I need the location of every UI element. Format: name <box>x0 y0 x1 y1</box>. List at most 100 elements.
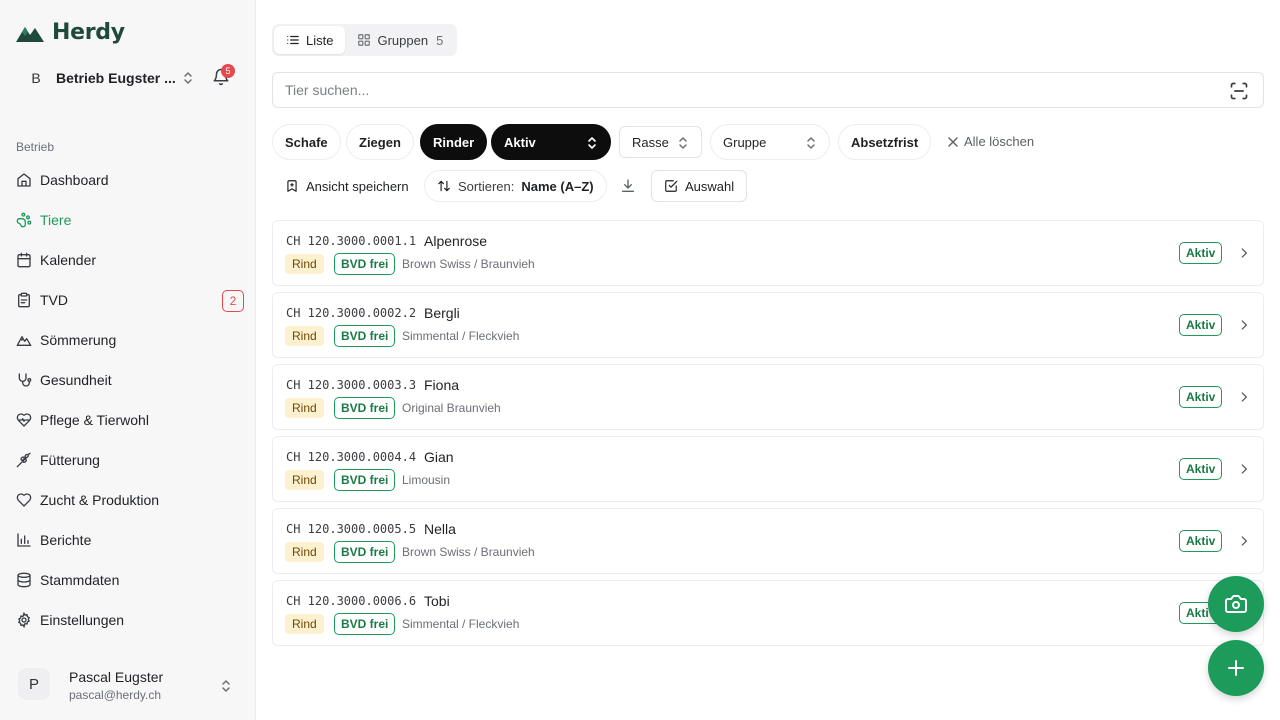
sidebar-item-label: Einstellungen <box>40 612 125 628</box>
user-avatar: P <box>18 668 50 700</box>
groups-count: 5 <box>436 32 444 48</box>
animal-ear-tag: CH 120.3000.0004.4 <box>286 450 417 464</box>
farm-switcher[interactable]: B Betrieb Eugster ... <box>16 62 244 94</box>
sidebar-item-tiere[interactable]: Tiere <box>8 200 248 240</box>
chevron-right-icon <box>1237 534 1251 548</box>
filter-chip-schafe[interactable]: Schafe <box>272 124 341 160</box>
animal-row[interactable]: CH 120.3000.0005.5 Nella Rind BVD frei B… <box>272 508 1264 574</box>
sidebar: Herdy B Betrieb Eugster ... 5 Betrieb Da… <box>0 0 256 720</box>
status-badge: Aktiv <box>1179 314 1223 336</box>
app-logo[interactable]: Herdy <box>16 20 125 45</box>
search-input[interactable] <box>285 82 1251 98</box>
chevron-right-icon <box>1237 246 1251 260</box>
animal-breed: Limousin <box>402 473 451 487</box>
animal-breed: Brown Swiss / Braunvieh <box>402 545 535 559</box>
sidebar-item-pflege[interactable]: Pflege & Tierwohl <box>8 400 248 440</box>
animal-row[interactable]: CH 120.3000.0001.1 Alpenrose Rind BVD fr… <box>272 220 1264 286</box>
add-animal-button[interactable] <box>1208 640 1264 696</box>
animal-name: Alpenrose <box>424 233 488 249</box>
sidebar-item-kalender[interactable]: Kalender <box>8 240 248 280</box>
select-mode-label: Auswahl <box>685 178 735 194</box>
sidebar-item-einstellungen[interactable]: Einstellungen <box>8 600 248 640</box>
clear-filters-button[interactable]: Alle löschen <box>948 134 1034 149</box>
animal-ear-tag: CH 120.3000.0006.6 <box>286 594 417 608</box>
sidebar-item-label: TVD <box>40 292 68 308</box>
animal-row[interactable]: CH 120.3000.0006.6 Tobi Rind BVD frei Si… <box>272 580 1264 646</box>
sort-label: Sortieren: <box>458 178 515 194</box>
sidebar-item-label: Dashboard <box>40 172 109 188</box>
sidebar-item-fuetterung[interactable]: Fütterung <box>8 440 248 480</box>
bvd-badge: BVD frei <box>334 397 396 419</box>
bvd-badge: BVD frei <box>334 253 396 275</box>
animal-row[interactable]: CH 120.3000.0002.2 Bergli Rind BVD frei … <box>272 292 1264 358</box>
gruppe-filter-select[interactable]: Gruppe <box>710 124 830 160</box>
chevron-right-icon <box>1237 462 1251 476</box>
bvd-badge: BVD frei <box>334 325 396 347</box>
animal-ear-tag: CH 120.3000.0003.3 <box>286 378 417 392</box>
sidebar-item-soemmerung[interactable]: Sömmerung <box>8 320 248 360</box>
sort-arrows-icon <box>437 179 451 193</box>
animal-breed: Simmental / Fleckvieh <box>402 329 520 343</box>
download-icon <box>620 178 636 194</box>
bar-chart-icon <box>16 532 32 548</box>
plus-icon <box>1224 656 1248 680</box>
chevron-updown-icon <box>586 135 598 151</box>
bookmark-plus-icon <box>285 179 299 193</box>
gruppe-filter-label: Gruppe <box>723 134 767 150</box>
stethoscope-icon <box>16 372 32 388</box>
sort-button[interactable]: Sortieren: Name (A–Z) <box>424 170 607 202</box>
paw-icon <box>16 212 32 228</box>
animal-breed: Brown Swiss / Braunvieh <box>402 257 535 271</box>
sidebar-item-label: Tiere <box>40 212 72 228</box>
species-badge: Rind <box>285 542 324 562</box>
user-menu[interactable]: P Pascal Eugster pascal@herdy.ch <box>16 664 244 708</box>
view-list-button[interactable]: Liste <box>274 26 346 54</box>
status-badge: Aktiv <box>1179 386 1223 408</box>
animal-ear-tag: CH 120.3000.0001.1 <box>286 234 417 248</box>
filter-chip-rinder[interactable]: Rinder <box>420 124 488 160</box>
chevron-updown-icon <box>677 135 689 151</box>
camera-icon <box>1224 592 1248 616</box>
sidebar-item-label: Sömmerung <box>40 332 117 348</box>
tvd-count-badge: 2 <box>222 290 244 312</box>
sort-value: Name (A–Z) <box>521 178 594 194</box>
filter-chip-ziegen[interactable]: Ziegen <box>346 124 414 160</box>
save-view-button[interactable]: Ansicht speichern <box>285 170 409 202</box>
view-groups-button[interactable]: Gruppen 5 <box>345 26 455 54</box>
status-badge: Aktiv <box>1179 458 1223 480</box>
user-name: Pascal Eugster <box>69 669 164 685</box>
home-icon <box>16 172 32 188</box>
status-badge: Aktiv <box>1179 530 1223 552</box>
wheat-icon <box>16 452 32 468</box>
species-badge: Rind <box>285 470 324 490</box>
view-toggle: Liste Gruppen 5 <box>272 24 458 56</box>
chevron-right-icon <box>1237 318 1251 332</box>
rasse-filter-label: Rasse <box>632 134 669 150</box>
mountain-logo-icon <box>16 23 44 43</box>
sidebar-item-tvd[interactable]: TVD 2 <box>8 280 248 320</box>
animal-row[interactable]: CH 120.3000.0003.3 Fiona Rind BVD frei O… <box>272 364 1264 430</box>
chevron-updown-icon <box>220 678 232 694</box>
animal-row[interactable]: CH 120.3000.0004.4 Gian Rind BVD frei Li… <box>272 436 1264 502</box>
bvd-badge: BVD frei <box>334 469 396 491</box>
sidebar-item-berichte[interactable]: Berichte <box>8 520 248 560</box>
heart-pulse-icon <box>16 412 32 428</box>
animal-name: Bergli <box>424 305 460 321</box>
sidebar-item-dashboard[interactable]: Dashboard <box>8 160 248 200</box>
rasse-filter-select[interactable]: Rasse <box>619 126 702 158</box>
species-badge: Rind <box>285 614 324 634</box>
animal-name: Gian <box>424 449 454 465</box>
export-button[interactable] <box>620 170 636 202</box>
scan-icon[interactable] <box>1229 81 1249 101</box>
sidebar-item-zucht[interactable]: Zucht & Produktion <box>8 480 248 520</box>
mountain-icon <box>16 332 32 348</box>
animal-breed: Simmental / Fleckvieh <box>402 617 520 631</box>
user-email: pascal@herdy.ch <box>69 688 162 702</box>
select-mode-button[interactable]: Auswahl <box>651 170 748 202</box>
sidebar-item-stammdaten[interactable]: Stammdaten <box>8 560 248 600</box>
status-filter-select[interactable]: Aktiv <box>491 124 611 160</box>
camera-scan-button[interactable] <box>1208 576 1264 632</box>
search-bar <box>272 72 1264 108</box>
filter-chip-absetzfrist[interactable]: Absetzfrist <box>838 124 932 160</box>
sidebar-item-gesundheit[interactable]: Gesundheit <box>8 360 248 400</box>
